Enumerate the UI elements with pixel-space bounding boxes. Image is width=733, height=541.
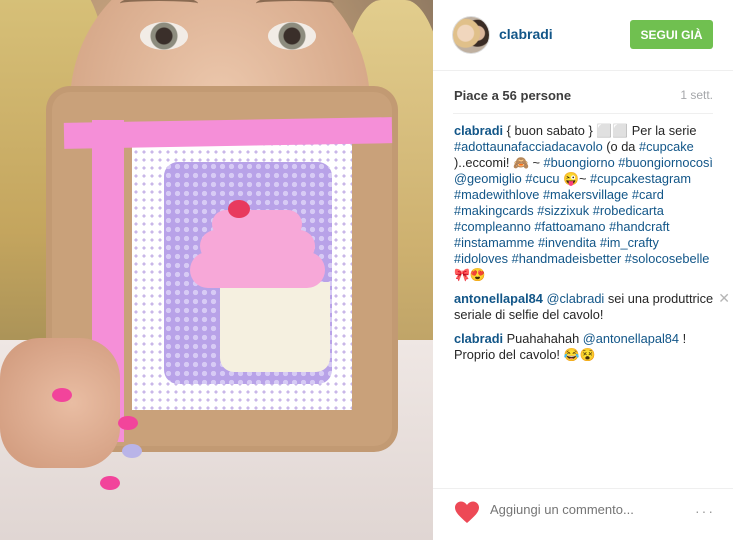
comment-text: )..eccomi! 🙈 ~: [454, 155, 544, 170]
comment-link[interactable]: #madewithlove: [454, 187, 539, 202]
comment: clabradi { buon sabato } ⬜⬜ Per la serie…: [454, 123, 716, 283]
comment-link[interactable]: #sizzixuk: [537, 203, 589, 218]
comment-link[interactable]: #handmadeisbetter: [512, 251, 622, 266]
comment-link[interactable]: #invendita: [538, 235, 596, 250]
comment-list: clabradi { buon sabato } ⬜⬜ Per la serie…: [454, 123, 730, 371]
photo-brow-left: [120, 0, 198, 11]
photo-eye-left: [140, 22, 188, 50]
comment-link[interactable]: #im_crafty: [600, 235, 659, 250]
comment-link[interactable]: #cupcakestagram: [590, 171, 691, 186]
photo-nail: [100, 476, 120, 490]
comment-link[interactable]: #compleanno: [454, 219, 531, 234]
comment-link[interactable]: #cucu: [525, 171, 559, 186]
comment-username[interactable]: clabradi: [454, 331, 503, 346]
comment-username[interactable]: antonellapal84: [454, 291, 543, 306]
comment-text: ⬜⬜: [596, 123, 629, 138]
photo-nail: [52, 388, 72, 402]
close-icon[interactable]: ✕: [718, 291, 730, 305]
avatar[interactable]: [453, 17, 489, 53]
photo-brow-right: [256, 0, 334, 11]
photo-nail: [122, 444, 142, 458]
likes-count[interactable]: Piace a 56 persone: [454, 88, 571, 103]
comment-link[interactable]: @geomiglio: [454, 171, 522, 186]
card-cherry: [228, 200, 250, 218]
photo-eye-right: [268, 22, 316, 50]
comment-link[interactable]: @antonellapal84: [583, 331, 679, 346]
comment-username[interactable]: clabradi: [454, 123, 503, 138]
heart-icon[interactable]: [454, 500, 480, 524]
comment-link[interactable]: #instamamme: [454, 235, 534, 250]
post-header: clabradi SEGUI GIÀ: [433, 0, 733, 71]
photo-hand: [0, 338, 142, 490]
comment-text: Per la serie: [628, 123, 697, 138]
comment-link[interactable]: #buongiorno: [544, 155, 615, 170]
comment-link[interactable]: @clabradi: [546, 291, 604, 306]
comment-text: 😜~: [559, 171, 591, 186]
photo-nail: [118, 416, 138, 430]
card-frosting-layer-3: [212, 210, 302, 238]
divider: [453, 113, 713, 114]
comment-link[interactable]: #handcraft: [609, 219, 669, 234]
comment-link[interactable]: #buongiornocosì: [618, 155, 713, 170]
post-photo[interactable]: [0, 0, 433, 540]
comment: antonellapal84 @clabradi sei una produtt…: [454, 291, 730, 323]
comment-link[interactable]: #idoloves: [454, 251, 508, 266]
comment-link[interactable]: #makersvillage: [543, 187, 628, 202]
comment-link[interactable]: #robedicarta: [593, 203, 664, 218]
comment-link[interactable]: #makingcards: [454, 203, 534, 218]
post-sidebar: clabradi SEGUI GIÀ Piace a 56 persone 1 …: [433, 0, 733, 540]
comment-link[interactable]: #card: [632, 187, 664, 202]
comment-text: (o da: [602, 139, 639, 154]
follow-button[interactable]: SEGUI GIÀ: [630, 20, 713, 49]
comment-link[interactable]: #adottaunafacciadacavolo: [454, 139, 603, 154]
comment-link[interactable]: #solocosebelle: [625, 251, 710, 266]
comment-link[interactable]: #cupcake: [639, 139, 694, 154]
post-time[interactable]: 1 sett.: [680, 88, 713, 102]
comment-text: 🎀😍: [454, 267, 486, 282]
post-author-username[interactable]: clabradi: [499, 26, 553, 42]
post-footer: ···: [433, 488, 733, 541]
comment-text: Puahahahah: [503, 331, 583, 346]
card-cupcake-base: [220, 282, 330, 372]
add-comment-input[interactable]: [488, 501, 682, 518]
comment-link[interactable]: #fattoamano: [534, 219, 605, 234]
comment-text: { buon sabato }: [503, 123, 597, 138]
more-options-icon[interactable]: ···: [695, 503, 715, 519]
comment: clabradi Puahahahah @antonellapal84 ! Pr…: [454, 331, 716, 363]
